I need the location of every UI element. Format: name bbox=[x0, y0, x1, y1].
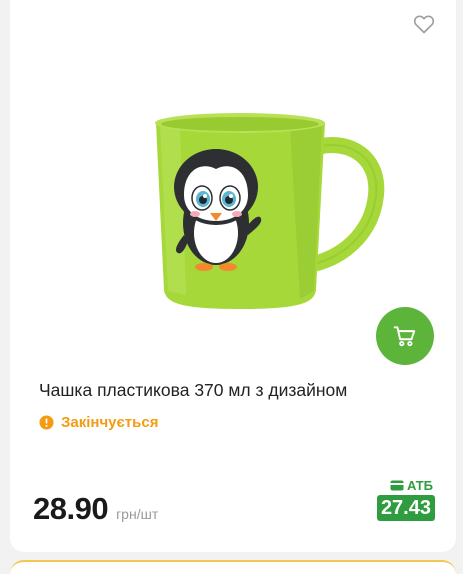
next-product-card[interactable] bbox=[10, 560, 456, 574]
atb-label: АТБ bbox=[406, 478, 433, 493]
product-title[interactable]: Чашка пластикова 370 мл з дизайном bbox=[39, 380, 347, 401]
product-image[interactable] bbox=[140, 95, 390, 320]
heart-outline-icon bbox=[413, 15, 435, 34]
atb-label-row: АТБ bbox=[390, 478, 433, 493]
product-card[interactable]: Чашка пластикова 370 мл з дизайном Закін… bbox=[10, 0, 456, 552]
stock-status-text: Закінчується bbox=[61, 414, 159, 431]
price-block: 28.90 грн/шт bbox=[33, 491, 158, 527]
price-unit: грн/шт bbox=[116, 506, 159, 522]
stock-status: Закінчується bbox=[39, 414, 158, 431]
favorite-button[interactable] bbox=[412, 12, 436, 36]
card-icon bbox=[390, 480, 404, 491]
add-to-cart-button[interactable] bbox=[376, 307, 434, 365]
atb-price-block: АТБ 27.43 bbox=[369, 478, 435, 521]
alert-circle-icon bbox=[39, 415, 54, 430]
cart-icon bbox=[393, 326, 416, 347]
atb-price: 27.43 bbox=[376, 495, 435, 521]
regular-price: 28.90 bbox=[33, 491, 109, 526]
